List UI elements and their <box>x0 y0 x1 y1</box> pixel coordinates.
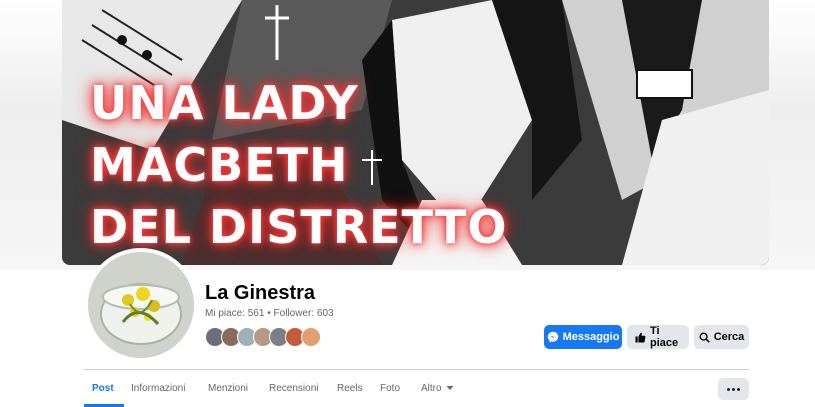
search-button-label: Cerca <box>713 331 745 343</box>
like-button[interactable]: Ti piace <box>627 325 689 349</box>
caret-down-icon <box>446 386 454 391</box>
more-options-button[interactable] <box>718 378 749 400</box>
tab-altro[interactable]: Altro <box>421 383 454 394</box>
search-button[interactable]: Cerca <box>694 325 749 349</box>
tab-menzioni[interactable]: Menzioni <box>208 383 248 394</box>
page-stats[interactable]: Mi piace: 561 • Follower: 603 <box>205 308 334 319</box>
tab-post[interactable]: Post <box>92 383 114 394</box>
tab-informazioni[interactable]: Informazioni <box>131 383 185 394</box>
tab-recensioni[interactable]: Recensioni <box>269 383 318 394</box>
cover-photo[interactable]: UNA LADY MACBETH DEL DISTRETTO <box>62 0 769 265</box>
page-title[interactable]: La Ginestra <box>205 282 315 305</box>
profile-avatar[interactable] <box>84 248 198 362</box>
tab-altro-label: Altro <box>421 383 442 394</box>
thumbs-up-icon <box>635 332 646 342</box>
avatar-photo <box>88 252 194 358</box>
header-divider <box>84 369 749 370</box>
tab-foto[interactable]: Foto <box>380 383 400 394</box>
cover-title-line: UNA LADY <box>90 76 359 130</box>
message-button-label: Messaggio <box>562 331 620 343</box>
messenger-icon <box>547 331 558 343</box>
message-button[interactable]: Messaggio <box>544 325 622 349</box>
friend-avatar[interactable] <box>301 327 321 347</box>
like-button-label: Ti piace <box>650 325 679 349</box>
tab-reels[interactable]: Reels <box>337 383 363 394</box>
search-icon <box>699 331 710 343</box>
cover-title-line: MACBETH <box>90 138 349 192</box>
cover-title: UNA LADY MACBETH DEL DISTRETTO <box>90 72 508 258</box>
ellipsis-icon <box>727 387 740 391</box>
